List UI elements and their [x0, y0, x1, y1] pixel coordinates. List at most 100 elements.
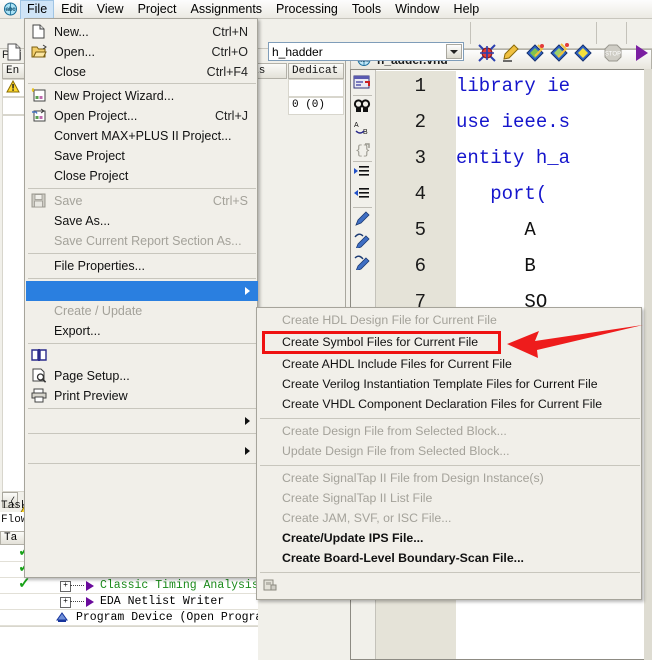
- submenu-item-create-top-level-design-file-from-pin-planner[interactable]: [258, 576, 642, 595]
- menu-item-recent-projects[interactable]: [26, 441, 258, 461]
- menu-item-open-project[interactable]: Open Project... Ctrl+J: [26, 106, 258, 126]
- submenu-item-create-verilog-instantiation-template[interactable]: Create Verilog Instantiation Template Fi…: [258, 375, 642, 394]
- task-complete-check-icon: ✓: [18, 578, 31, 593]
- code-line: entity h_a: [456, 147, 571, 169]
- menu-item-label: Save Current Report Section As...: [54, 234, 242, 248]
- menu-item-save[interactable]: Save Ctrl+S: [26, 191, 258, 211]
- expand-plus-icon[interactable]: +: [60, 597, 71, 608]
- menu-project[interactable]: Project: [131, 0, 184, 19]
- compile-icon[interactable]: [476, 42, 498, 64]
- menu-separator: [28, 408, 256, 409]
- menu-view[interactable]: View: [90, 0, 131, 19]
- task-row[interactable]: + EDA Netlist Writer: [0, 594, 258, 610]
- submenu-item-create-signaltap-list-file[interactable]: Create SignalTap II List File: [258, 489, 642, 508]
- stop-icon[interactable]: STOP: [602, 42, 624, 64]
- menu-file[interactable]: File: [20, 0, 55, 19]
- menu-item-save-current-report-section-as[interactable]: Save Current Report Section As...: [26, 231, 258, 251]
- code-line: port(: [456, 183, 548, 205]
- program-device-icon: [55, 611, 69, 625]
- menu-item-shortcut: Ctrl+J: [215, 109, 248, 123]
- submenu-item-label: Create SignalTap II List File: [282, 491, 433, 505]
- submenu-separator: [260, 418, 640, 419]
- assignment-editor-icon[interactable]: [572, 42, 594, 64]
- chevron-down-icon[interactable]: [446, 44, 462, 59]
- menu-window[interactable]: Window: [388, 0, 446, 19]
- dedicated-cell-blank[interactable]: [288, 79, 344, 97]
- menu-item-label: File Properties...: [54, 259, 146, 273]
- svg-text:STOP: STOP: [605, 52, 621, 58]
- task-label: EDA Netlist Writer: [100, 595, 225, 608]
- menu-item-new-project-wizard[interactable]: New Project Wizard...: [26, 86, 258, 106]
- menu-item-close-project[interactable]: Close Project: [26, 166, 258, 186]
- menu-item-label: Save As...: [54, 214, 111, 228]
- menu-item-close[interactable]: Close Ctrl+F4: [26, 62, 258, 82]
- tree-dotted-line: [70, 601, 84, 602]
- menu-item-label: Close: [54, 65, 86, 79]
- menu-item-convert-maxplus2[interactable]: Convert MAX+PLUS II Project...: [26, 126, 258, 146]
- menu-assignments[interactable]: Assignments: [183, 0, 269, 19]
- task-panel-empty-area[interactable]: [0, 626, 258, 661]
- submenu-item-update-design-file-from-selected-block[interactable]: Update Design File from Selected Block..…: [258, 442, 642, 461]
- project-selector-combo[interactable]: h_hadder: [268, 42, 464, 61]
- editor-vertical-scrollbar[interactable]: [644, 69, 652, 660]
- menu-item-label: Save: [54, 194, 83, 208]
- submenu-item-create-jam-svf-isc-file[interactable]: Create JAM, SVF, or ISC File...: [258, 509, 642, 528]
- menu-edit[interactable]: Edit: [54, 0, 90, 19]
- expand-plus-icon[interactable]: +: [60, 581, 71, 592]
- menu-item-open[interactable]: Open... Ctrl+O: [26, 42, 258, 62]
- submenu-item-create-board-level-boundary-scan-file[interactable]: Create Board-Level Boundary-Scan File...: [258, 549, 642, 568]
- menu-item-shortcut: Ctrl+N: [212, 25, 248, 39]
- submenu-arrow-icon: [245, 287, 250, 295]
- menu-item-recent-files[interactable]: [26, 411, 258, 431]
- column-header-dedicated[interactable]: Dedicat: [288, 63, 344, 79]
- submenu-item-label: Create/Update IPS File...: [282, 531, 424, 545]
- print-icon: [31, 388, 47, 404]
- quartus-application-window: Proj En ells Dedicat 0 (0) 〈 Task Flow: [0, 0, 652, 661]
- code-line: library ie: [456, 75, 571, 97]
- menu-item-label: Page Setup...: [54, 369, 130, 383]
- menu-item-create-update[interactable]: [26, 281, 258, 301]
- menu-item-new[interactable]: New... Ctrl+N: [26, 22, 258, 42]
- pin-planner-icon[interactable]: [524, 42, 546, 64]
- run-task-icon[interactable]: [86, 597, 94, 607]
- new-file-icon[interactable]: [4, 42, 26, 64]
- menu-item-file-properties[interactable]: File Properties...: [26, 256, 258, 276]
- print-preview-icon: [31, 368, 47, 384]
- run-task-icon[interactable]: [86, 581, 94, 591]
- task-row[interactable]: ✓ + Classic Timing Analysis: [0, 578, 258, 594]
- submenu-item-label: Create SignalTap II File from Design Ins…: [282, 471, 544, 485]
- menu-item-exit[interactable]: [26, 471, 258, 491]
- submenu-item-create-signaltap-file-from-design-instances[interactable]: Create SignalTap II File from Design Ins…: [258, 469, 642, 488]
- submenu-item-create-vhdl-component-declaration[interactable]: Create VHDL Component Declaration Files …: [258, 395, 642, 414]
- menu-tools[interactable]: Tools: [345, 0, 388, 19]
- programmer-icon[interactable]: [548, 42, 570, 64]
- submenu-item-label: Create Verilog Instantiation Template Fi…: [282, 377, 598, 391]
- menu-item-save-project[interactable]: Save Project: [26, 146, 258, 166]
- submenu-item-create-symbol-files[interactable]: Create Symbol Files for Current File: [258, 333, 642, 352]
- menu-item-print-preview[interactable]: Page Setup...: [26, 366, 258, 386]
- menu-item-save-as[interactable]: Save As...: [26, 211, 258, 231]
- submenu-item-create-hdl-design-file[interactable]: Create HDL Design File for Current File: [258, 311, 642, 330]
- menu-help[interactable]: Help: [447, 0, 487, 19]
- menu-separator: [28, 278, 256, 279]
- dedicated-cell-value[interactable]: 0 (0): [288, 97, 344, 115]
- menu-item-print[interactable]: Print Preview: [26, 386, 258, 406]
- menu-item-shortcut: Ctrl+O: [211, 45, 248, 59]
- menu-processing[interactable]: Processing: [269, 0, 345, 19]
- task-row[interactable]: Program Device (Open Programmer): [0, 610, 258, 626]
- menu-item-page-setup[interactable]: [26, 346, 258, 366]
- submenu-item-create-ahdl-include-files[interactable]: Create AHDL Include Files for Current Fi…: [258, 355, 642, 374]
- svg-text:abc: abc: [5, 7, 15, 13]
- warning-triangle-icon: [6, 80, 20, 93]
- analysis-synthesis-icon[interactable]: [500, 42, 522, 64]
- submenu-item-label: Create AHDL Include Files for Current Fi…: [282, 357, 512, 371]
- submenu-arrow-icon: [245, 447, 250, 455]
- menu-item-convert-programming-files[interactable]: Export...: [26, 321, 258, 341]
- submenu-item-create-update-ips-file[interactable]: Create/Update IPS File...: [258, 529, 642, 548]
- start-compilation-icon[interactable]: [630, 42, 652, 64]
- submenu-item-label: Create Board-Level Boundary-Scan File...: [282, 551, 524, 565]
- menu-item-export[interactable]: Create / Update: [26, 301, 258, 321]
- new-document-icon: [31, 24, 47, 40]
- create-update-submenu-popup: Create HDL Design File for Current File …: [256, 307, 642, 600]
- submenu-item-create-design-file-from-selected-block[interactable]: Create Design File from Selected Block..…: [258, 422, 642, 441]
